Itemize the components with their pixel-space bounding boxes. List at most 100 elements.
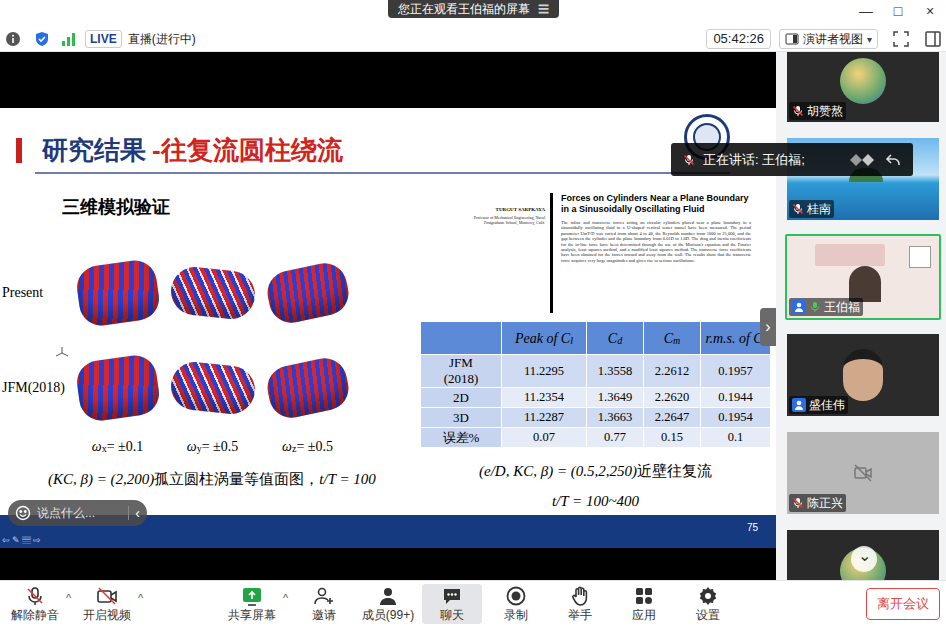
person-face [843,349,883,401]
start-video-button[interactable]: 开启视频 [80,584,134,624]
fullscreen-icon [892,30,910,48]
participant-tile[interactable]: ⌄ [785,528,941,580]
slide-nav-button[interactable]: ⇦ [2,535,10,545]
slide-right-column: TURGUT SARPKAYAProfessor of Mechanical E… [415,174,776,515]
chat-collapse-button[interactable]: ‹ [135,506,140,520]
meeting-window: 您正在观看王伯福的屏幕☰—□×LIVE直播(进行中)05:42:26演讲者视图▾… [0,0,946,626]
members-button[interactable]: 成员(99+) [358,584,418,624]
slide-title-sub: -往复流圆柱绕流 [152,135,343,165]
participant-tile[interactable]: 盛佳伟 [785,332,941,418]
paper-author-block: TURGUT SARPKAYAProfessor of Mechanical E… [470,193,550,313]
toolbar-item: 成员(99+) [356,584,420,624]
meeting-toolbar: 解除静音^开启视频^共享屏幕^邀请成员(99+)聊天录制举手应用设置离开会议 [0,580,946,626]
sharing-banner: 您正在观看王伯福的屏幕☰ [388,0,559,18]
settings-button[interactable]: 设置 [678,584,738,624]
info-icon [5,31,21,47]
figure-label: ωx = ±0.1 [70,436,165,456]
toolbar-label: 录制 [504,608,528,622]
toolbar-label: 设置 [696,608,720,622]
presenter-view-icon [785,32,799,46]
column-name: Peak of C [515,328,570,349]
omega-symbol: ω [187,436,197,457]
window-control-button[interactable]: □ [882,1,914,22]
raise-hand-button[interactable]: 举手 [550,584,610,624]
microphone-off-icon [24,585,46,607]
column-name: C [664,328,673,349]
toolbar-item-menu-caret[interactable]: ^ [62,590,75,607]
chat-bubble-icon [441,585,463,607]
microphone-muted-icon [792,203,804,215]
vortex-figure-cell [70,345,165,430]
chat-input-placeholder[interactable]: 说点什么... [37,504,95,522]
slide-nav-button[interactable]: ⇨ [33,535,41,545]
window-control-button[interactable]: — [850,1,882,22]
table-header-cell: Cm [644,322,700,354]
title-bar: 您正在观看王伯福的屏幕☰—□× [0,0,946,26]
omega-value: = ±0.5 [202,436,239,457]
toolbar-label: 开启视频 [83,608,131,622]
participant-tile[interactable]: 王伯福 [785,234,941,320]
title-accent-bar [16,138,22,163]
presenter-view-button[interactable]: 演讲者视图▾ [779,29,878,49]
camera-off-icon [852,462,874,484]
coordinate-axes-icon [54,345,70,361]
return-arrow-icon [885,153,901,167]
figure-caption-time: t/T = 100 [319,468,376,491]
omega-value: = ±0.5 [296,436,333,457]
omega-symbol: ω [92,436,102,457]
meeting-timer: 05:42:26 [706,29,771,49]
participant-tile[interactable]: 陈正兴 [785,430,941,516]
vortex-figure-cell [260,250,355,335]
paper-excerpt: TURGUT SARPKAYAProfessor of Mechanical E… [415,174,776,313]
participant-name-label: 王伯福 [789,298,863,316]
invite-button[interactable]: 邀请 [294,584,354,624]
slide-nav-button[interactable]: ✎ [12,535,20,545]
presentation-slide: 研究结果-往复流圆柱绕流三维模拟验证PresentJFM(2018)ωx = ±… [0,108,776,548]
slide-title-main: 研究结果 [42,135,146,165]
vortex-figure-cell [70,250,165,335]
share-screen-button[interactable]: 共享屏幕 [225,584,279,624]
participant-name-label: 陈正兴 [789,494,846,512]
toolbar-item: 举手 [548,584,612,624]
toolbar-label: 应用 [632,608,656,622]
chat-button[interactable]: 聊天 [422,584,482,624]
slide-content: 研究结果-往复流圆柱绕流三维模拟验证PresentJFM(2018)ωx = ±… [0,108,776,515]
members-icon [377,585,399,607]
user-badge-icon [792,398,806,412]
record-button[interactable]: 录制 [486,584,546,624]
window-controls: —□× [559,0,946,22]
unmute-button[interactable]: 解除静音 [8,584,62,624]
toolbar-item: 开启视频^ [80,584,147,624]
toolbar-item: 解除静音^ [8,584,75,624]
chat-quick-input[interactable]: 说点什么... ‹ [8,500,147,526]
omega-value: = ±0.1 [107,436,144,457]
slide-nav-button[interactable]: ▤ [22,535,31,545]
apps-button[interactable]: 应用 [614,584,674,624]
speaker-figure [849,266,881,302]
table-row-label: 2D [421,388,501,407]
slide-page-number: 75 [747,520,758,535]
toolbar-item-menu-caret[interactable]: ^ [279,590,292,607]
figure-row-label-cell: JFM(2018) [0,345,70,430]
toolbar-label: 举手 [568,608,592,622]
toolbar-item: 录制 [484,584,548,624]
user-badge-icon [792,300,806,314]
toolbar-label: 聊天 [440,608,464,622]
participant-list: 胡赞熬桂南王伯福盛佳伟陈正兴⌄ [776,52,946,580]
vortex-isosurface-figure [74,257,162,328]
slide-body: 三维模拟验证PresentJFM(2018)ωx = ±0.1ωy = ±0.5… [0,174,776,515]
sharing-menu-icon[interactable]: ☰ [538,1,549,18]
info-bar: LIVE直播(进行中)05:42:26演讲者视图▾ [0,26,946,52]
column-name: C [608,328,617,349]
toolbar-item-menu-caret[interactable]: ^ [134,590,147,607]
table-cell: 2.2620 [644,388,700,407]
scroll-down-button[interactable]: ⌄ [851,546,877,572]
table-cell: 0.1944 [701,388,770,407]
window-control-button[interactable]: × [914,1,946,22]
leave-meeting-button[interactable]: 离开会议 [866,588,940,620]
info-bar-right: 05:42:26 演讲者视图▾ [706,29,946,49]
panel-collapse-toggle[interactable]: › [760,308,776,346]
participant-tile[interactable]: 胡赞熬 [785,52,941,124]
caption-text: 近壁往复流 [637,460,712,483]
video-backdrop-qr [909,246,931,268]
